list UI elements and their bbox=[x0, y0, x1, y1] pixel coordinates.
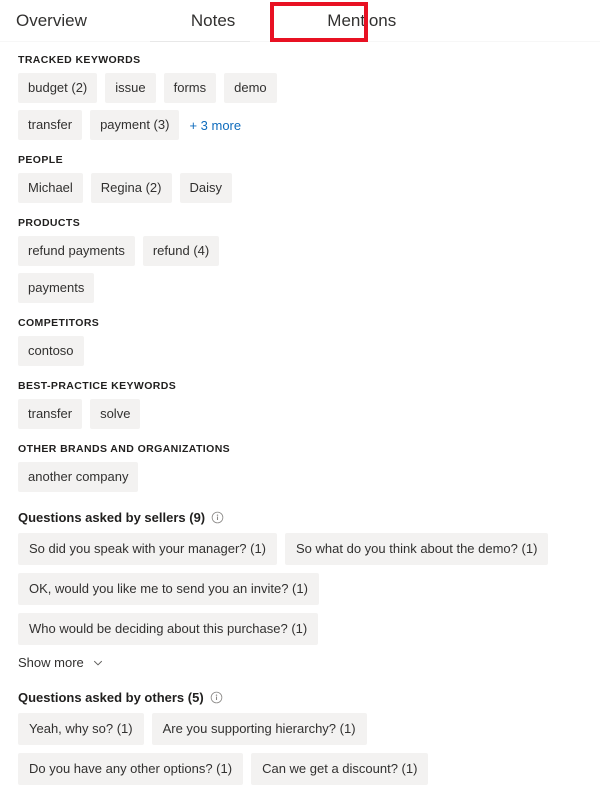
question-chip[interactable]: Are you supporting hierarchy? (1) bbox=[151, 713, 367, 745]
section-products: PRODUCTS refund payments refund (4) paym… bbox=[18, 217, 584, 303]
tab-mentions[interactable]: Mentions bbox=[327, 0, 396, 29]
section-people: PEOPLE Michael Regina (2) Daisy bbox=[18, 154, 584, 203]
question-chip[interactable]: Do you have any other options? (1) bbox=[18, 753, 244, 785]
info-icon[interactable] bbox=[210, 691, 223, 704]
section-competitors: COMPETITORS contoso bbox=[18, 317, 584, 366]
questions-header: Questions asked by others (5) bbox=[18, 690, 584, 705]
chip-row: payments bbox=[18, 273, 584, 303]
keyword-chip[interactable]: demo bbox=[224, 73, 277, 103]
chip-row: another company bbox=[18, 462, 584, 492]
questions-header: Questions asked by sellers (9) bbox=[18, 510, 584, 525]
mentions-panel: TRACKED KEYWORDS budget (2) issue forms … bbox=[0, 54, 600, 785]
questions-asked-by-sellers: Questions asked by sellers (9) So did yo… bbox=[18, 510, 584, 672]
person-chip[interactable]: Regina (2) bbox=[90, 173, 172, 203]
question-chip-row: Yeah, why so? (1) Are you supporting hie… bbox=[18, 713, 584, 785]
chip-row: refund payments refund (4) bbox=[18, 236, 584, 266]
show-more-sellers-button[interactable]: Show more bbox=[18, 655, 104, 670]
question-chip[interactable]: So did you speak with your manager? (1) bbox=[18, 533, 278, 565]
section-header: TRACKED KEYWORDS bbox=[18, 54, 141, 66]
chip-row: budget (2) issue forms demo bbox=[18, 73, 584, 103]
show-more-label: Show more bbox=[18, 655, 84, 670]
question-chip[interactable]: Who would be deciding about this purchas… bbox=[18, 613, 319, 645]
chip-row: contoso bbox=[18, 336, 584, 366]
show-more-keywords-link[interactable]: + 3 more bbox=[187, 118, 241, 133]
chip-row: Michael Regina (2) Daisy bbox=[18, 173, 584, 203]
question-chip[interactable]: OK, would you like me to send you an inv… bbox=[18, 573, 319, 605]
keyword-chip[interactable]: forms bbox=[163, 73, 217, 103]
tab-bar-divider bbox=[0, 41, 600, 42]
tab-bar: Overview Notes Mentions bbox=[0, 0, 600, 42]
questions-title: Questions asked by sellers (9) bbox=[18, 510, 206, 525]
product-chip[interactable]: payments bbox=[18, 273, 95, 303]
keyword-chip[interactable]: budget (2) bbox=[18, 73, 98, 103]
section-header: COMPETITORS bbox=[18, 317, 100, 329]
product-chip[interactable]: refund (4) bbox=[142, 236, 220, 266]
chip-row: transfer payment (3) + 3 more bbox=[18, 110, 584, 140]
tab-overview[interactable]: Overview bbox=[16, 0, 87, 29]
section-best-practice-keywords: BEST-PRACTICE KEYWORDS transfer solve bbox=[18, 380, 584, 429]
section-header: OTHER BRANDS AND ORGANIZATIONS bbox=[18, 443, 231, 455]
question-chip[interactable]: Yeah, why so? (1) bbox=[18, 713, 144, 745]
chevron-down-icon bbox=[92, 657, 104, 669]
product-chip[interactable]: refund payments bbox=[18, 236, 135, 266]
best-practice-chip[interactable]: transfer bbox=[18, 399, 83, 429]
questions-title: Questions asked by others (5) bbox=[18, 690, 204, 705]
question-chip[interactable]: Can we get a discount? (1) bbox=[251, 753, 429, 785]
person-chip[interactable]: Michael bbox=[18, 173, 83, 203]
keyword-chip[interactable]: issue bbox=[105, 73, 156, 103]
keyword-chip[interactable]: payment (3) bbox=[90, 110, 180, 140]
section-header: PEOPLE bbox=[18, 154, 63, 166]
question-chip[interactable]: So what do you think about the demo? (1) bbox=[285, 533, 549, 565]
keyword-chip[interactable]: transfer bbox=[18, 110, 83, 140]
tab-notes[interactable]: Notes bbox=[191, 0, 235, 29]
tab-list: Overview Notes Mentions bbox=[0, 0, 600, 42]
info-icon[interactable] bbox=[211, 511, 224, 524]
person-chip[interactable]: Daisy bbox=[179, 173, 233, 203]
question-chip-row: So did you speak with your manager? (1) … bbox=[18, 533, 584, 645]
section-tracked-keywords: TRACKED KEYWORDS budget (2) issue forms … bbox=[18, 54, 584, 140]
section-header: PRODUCTS bbox=[18, 217, 81, 229]
chip-row: transfer solve bbox=[18, 399, 584, 429]
tab-notes-underline bbox=[150, 41, 250, 42]
section-other-brands: OTHER BRANDS AND ORGANIZATIONS another c… bbox=[18, 443, 584, 492]
section-header: BEST-PRACTICE KEYWORDS bbox=[18, 380, 177, 392]
brand-chip[interactable]: another company bbox=[18, 462, 139, 492]
best-practice-chip[interactable]: solve bbox=[90, 399, 141, 429]
questions-asked-by-others: Questions asked by others (5) Yeah, why … bbox=[18, 690, 584, 785]
competitor-chip[interactable]: contoso bbox=[18, 336, 84, 366]
